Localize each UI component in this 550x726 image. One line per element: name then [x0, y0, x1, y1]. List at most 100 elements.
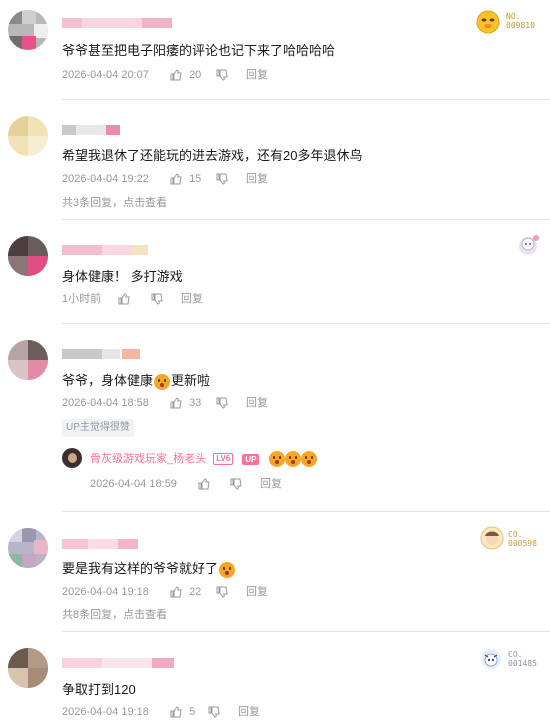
- thumbs-up-icon: [170, 173, 182, 185]
- duck-face-icon: [476, 10, 500, 34]
- comment-meta: 2026-04-04 19:22 15 回复: [62, 171, 322, 187]
- thumbs-up-icon: [118, 293, 130, 305]
- avatar[interactable]: [8, 528, 48, 568]
- like-button[interactable]: 5: [170, 704, 195, 720]
- like-count: 5: [189, 706, 196, 718]
- avatar[interactable]: [8, 236, 48, 276]
- username[interactable]: [62, 245, 148, 255]
- like-button[interactable]: [118, 291, 132, 307]
- surprised-emoji-icon: [268, 451, 285, 468]
- like-button[interactable]: [198, 476, 210, 492]
- thumbs-up-icon: [170, 706, 182, 718]
- sub-reply-header: 骨灰级游戏玩家_杨老头 LV6 UP: [90, 450, 317, 468]
- username[interactable]: [62, 125, 120, 135]
- username[interactable]: [62, 18, 172, 28]
- comment-time: 1小时前: [62, 293, 102, 305]
- sub-reply-avatar[interactable]: [62, 448, 82, 468]
- comment-text: 爷爷，身体健康 更新啦: [62, 372, 210, 390]
- reply-button[interactable]: 回复: [246, 67, 268, 83]
- dislike-button[interactable]: [208, 704, 220, 720]
- dislike-button[interactable]: [230, 476, 242, 492]
- sub-reply-time: 2026-04-04 18:59: [90, 478, 177, 490]
- avatar[interactable]: [8, 340, 48, 380]
- reply-button[interactable]: 回复: [181, 291, 203, 307]
- reply-button[interactable]: 回复: [260, 476, 282, 492]
- comment-text: 争取打到120: [62, 682, 136, 697]
- avatar[interactable]: [8, 10, 48, 50]
- comment-time: 2026-04-04 19:18: [62, 586, 149, 598]
- reply-button[interactable]: 回复: [246, 584, 268, 600]
- comment-text-part: 要是我有这样的爷爷就好了: [62, 561, 219, 576]
- comment-time: 2026-04-04 19:18: [62, 706, 149, 718]
- like-count: 15: [189, 173, 202, 185]
- view-replies-link[interactable]: 共8条回复，点击查看: [62, 606, 167, 622]
- character-badge-icon: [519, 235, 539, 255]
- comment-text: 要是我有这样的爷爷就好了: [62, 560, 236, 578]
- like-button[interactable]: 15: [170, 171, 201, 187]
- comment-text: 爷爷甚至把电子阳痿的评论也记下来了哈哈哈哈: [62, 43, 336, 58]
- dislike-button[interactable]: [151, 291, 163, 307]
- fan-medal: NO. 009810: [476, 8, 542, 36]
- dislike-button[interactable]: [216, 584, 228, 600]
- like-count: 22: [189, 586, 202, 598]
- thumbs-down-icon: [151, 293, 163, 305]
- comment-time: 2026-04-04 20:07: [62, 69, 149, 81]
- thumbs-down-icon: [230, 478, 242, 490]
- thumbs-down-icon: [208, 706, 220, 718]
- comment-meta: 1小时前 回复: [62, 291, 262, 307]
- like-button[interactable]: 20: [170, 67, 201, 83]
- dislike-button[interactable]: [216, 67, 228, 83]
- reply-button[interactable]: 回复: [246, 171, 268, 187]
- reply-button[interactable]: 回复: [246, 395, 268, 411]
- view-replies-link[interactable]: 共3条回复，点击查看: [62, 194, 167, 210]
- comment-item: 身体健康！ 多打游戏 1小时前 回复: [0, 220, 550, 324]
- comment-text: 希望我退休了还能玩的进去游戏，还有20多年退休鸟: [62, 148, 363, 163]
- character-badge-icon: [481, 649, 501, 669]
- like-button[interactable]: 33: [170, 395, 201, 411]
- comment-text-part: 爷爷，身体健康: [62, 373, 154, 388]
- sub-reply-username[interactable]: 骨灰级游戏玩家_杨老头: [90, 453, 206, 465]
- thumbs-down-icon: [216, 397, 228, 409]
- surprised-emoji-icon: [300, 451, 317, 468]
- surprised-emoji-icon: [284, 451, 301, 468]
- fan-medal: CO. 000598: [480, 526, 542, 554]
- like-button[interactable]: 22: [170, 584, 201, 600]
- level-badge: LV6: [213, 453, 234, 466]
- thumbs-down-icon: [216, 173, 228, 185]
- surprised-emoji-icon: [219, 561, 236, 578]
- medal-number: CO. 000598: [508, 530, 537, 548]
- dislike-button[interactable]: [216, 395, 228, 411]
- comment-meta: 2026-04-04 19:18 5 回复: [62, 704, 322, 720]
- thumbs-down-icon: [216, 69, 228, 81]
- surprised-emoji-icon: [154, 373, 171, 390]
- comment-meta: 2026-04-04 19:18 22 回复: [62, 584, 322, 600]
- username[interactable]: [62, 539, 138, 549]
- comment-item: NO. 009810 爷爷甚至把电子阳痿的评论也记下来了哈哈哈哈 2026-04…: [0, 0, 550, 100]
- medal-number: CO. 001485: [508, 650, 537, 668]
- comment-time: 2026-04-04 18:58: [62, 397, 149, 409]
- reply-button[interactable]: 回复: [238, 704, 260, 720]
- dislike-button[interactable]: [216, 171, 228, 187]
- character-badge-icon: [480, 526, 504, 550]
- sub-reply: 骨灰级游戏玩家_杨老头 LV6 UP 2026-04-04 18:59 回复: [62, 446, 542, 496]
- comment-text-part: 更新啦: [171, 373, 211, 388]
- like-count: 20: [189, 69, 202, 81]
- fan-medal: CO. 001485: [480, 648, 542, 676]
- comment-text: 身体健康！ 多打游戏: [62, 269, 183, 284]
- thumbs-up-icon: [170, 586, 182, 598]
- avatar[interactable]: [8, 116, 48, 156]
- medal-number: NO. 009810: [506, 12, 535, 30]
- up-liked-badge: UP主觉得很赞: [62, 419, 134, 437]
- like-count: 33: [189, 397, 202, 409]
- thumbs-up-icon: [170, 69, 182, 81]
- comment-time: 2026-04-04 19:22: [62, 173, 149, 185]
- comment-meta: 2026-04-04 20:07 20 回复: [62, 67, 322, 83]
- avatar[interactable]: [8, 648, 48, 688]
- sub-reply-meta: 2026-04-04 18:59 回复: [90, 476, 330, 492]
- username[interactable]: [62, 658, 174, 668]
- comment-item: 希望我退休了还能玩的进去游戏，还有20多年退休鸟 2026-04-04 19:2…: [0, 100, 550, 220]
- comment-item: CO. 000598 要是我有这样的爷爷就好了 2026-04-04 19:18…: [0, 512, 550, 632]
- comment-item: CO. 001485 争取打到120 2026-04-04 19:18 5 回复: [0, 632, 550, 726]
- thumbs-down-icon: [216, 586, 228, 598]
- username[interactable]: [62, 349, 140, 359]
